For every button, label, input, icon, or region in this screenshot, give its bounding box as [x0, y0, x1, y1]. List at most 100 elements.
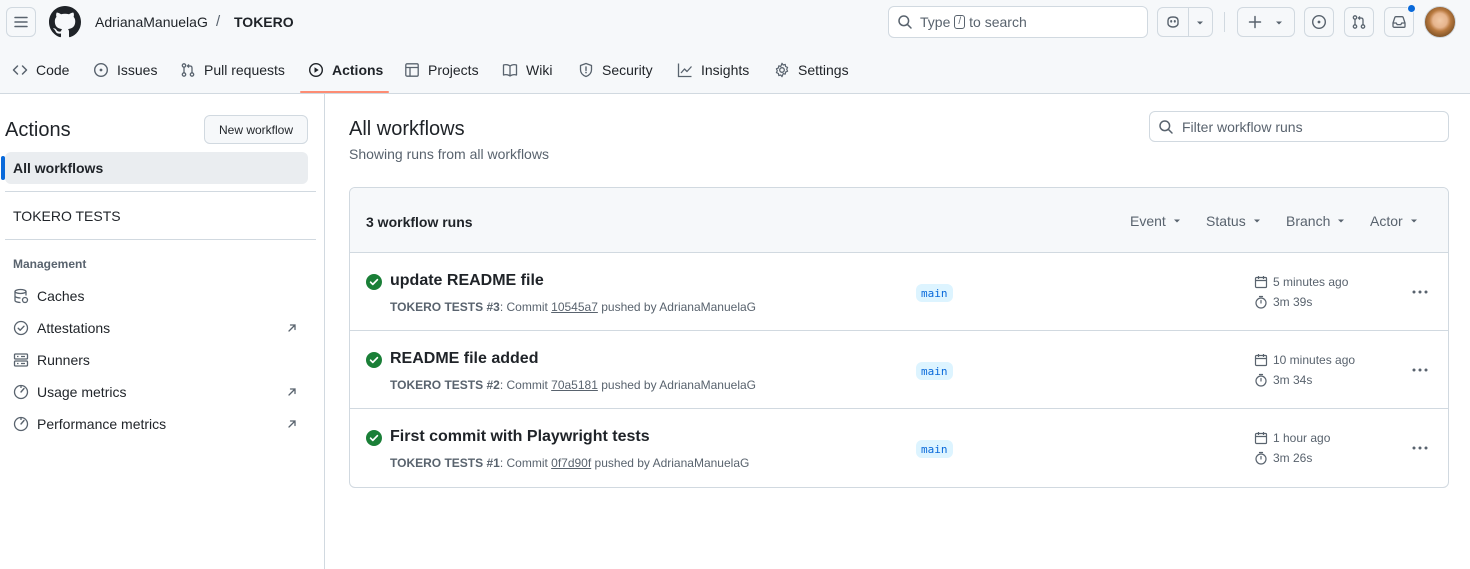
- filter-label: Actor: [1370, 213, 1403, 229]
- workflow-run-row[interactable]: First commit with Playwright tests TOKER…: [350, 409, 1448, 487]
- run-duration-text: 3m 34s: [1273, 373, 1313, 387]
- global-search-input[interactable]: Type / to search: [888, 6, 1148, 38]
- commit-sha-link[interactable]: 0f7d90f: [551, 456, 591, 470]
- github-logo-icon[interactable]: [49, 6, 81, 38]
- run-options-button[interactable]: [1406, 279, 1434, 305]
- chevron-down-icon: [1410, 219, 1417, 223]
- create-new-button[interactable]: [1237, 7, 1295, 37]
- workflow-run-row[interactable]: README file added TOKERO TESTS #2: Commi…: [350, 331, 1448, 409]
- tab-label: Code: [36, 62, 70, 78]
- sidebar-item-performance-metrics[interactable]: Performance metrics: [13, 412, 303, 436]
- database-icon: [14, 288, 29, 304]
- filter-branch-dropdown[interactable]: Branch: [1286, 213, 1346, 229]
- table-icon: [405, 63, 419, 77]
- tab-label: Projects: [428, 62, 479, 78]
- page-title: All workflows: [349, 118, 465, 140]
- sidebar-item-all-workflows[interactable]: All workflows: [5, 152, 308, 184]
- search-shortcut-key: /: [954, 15, 966, 29]
- run-title-link[interactable]: update README file: [390, 272, 544, 290]
- your-issues-button[interactable]: [1304, 7, 1334, 37]
- plus-icon: [1248, 15, 1262, 29]
- sidebar-item-label: Attestations: [37, 320, 111, 336]
- run-commit-label: : Commit: [499, 456, 548, 470]
- kebab-horizontal-icon: [1412, 446, 1428, 450]
- filter-actor-dropdown[interactable]: Actor: [1370, 213, 1419, 229]
- header-divider: [1224, 12, 1225, 32]
- meter-icon: [13, 416, 29, 432]
- management-heading: Management: [13, 257, 87, 271]
- tab-wiki[interactable]: Wiki: [494, 54, 560, 86]
- branch-badge[interactable]: main: [916, 362, 953, 380]
- workflow-run-row[interactable]: update README file TOKERO TESTS #3: Comm…: [350, 253, 1448, 331]
- commit-sha-link[interactable]: 70a5181: [551, 378, 598, 392]
- pull-request-icon: [1352, 15, 1366, 29]
- tab-security[interactable]: Security: [570, 54, 661, 86]
- selected-tab-underline: [300, 91, 389, 93]
- tab-code[interactable]: Code: [4, 54, 77, 86]
- run-when-text: 10 minutes ago: [1273, 353, 1356, 367]
- sidebar-item-tokero-tests[interactable]: TOKERO TESTS: [13, 208, 121, 224]
- calendar-icon: [1254, 276, 1268, 289]
- stopwatch-icon: [1255, 373, 1267, 387]
- run-when-text: 1 hour ago: [1273, 431, 1331, 445]
- copilot-icon: [1167, 16, 1179, 28]
- tab-issues[interactable]: Issues: [85, 54, 165, 86]
- commit-sha-link[interactable]: 10545a7: [551, 300, 598, 314]
- filter-event-dropdown[interactable]: Event: [1130, 213, 1182, 229]
- tab-actions[interactable]: Actions: [300, 54, 391, 86]
- menu-button[interactable]: [6, 7, 36, 37]
- check-circle-fill-icon: [366, 352, 382, 368]
- run-title-link[interactable]: README file added: [390, 350, 538, 368]
- tab-label: Security: [602, 62, 653, 78]
- tab-label: Settings: [798, 62, 849, 78]
- sidebar-title: Actions: [5, 119, 71, 141]
- run-pushed-by: pushed by AdrianaManuelaG: [594, 456, 750, 470]
- server-icon: [13, 353, 29, 367]
- tab-insights[interactable]: Insights: [669, 54, 757, 86]
- filter-placeholder: Filter workflow runs: [1182, 118, 1303, 135]
- your-pull-requests-button[interactable]: [1344, 7, 1374, 37]
- filter-label: Event: [1130, 213, 1166, 229]
- sidebar-divider: [324, 94, 325, 569]
- book-icon: [502, 63, 518, 77]
- chevron-down-icon[interactable]: [1195, 18, 1205, 28]
- sidebar-item-attestations[interactable]: Attestations: [13, 316, 303, 340]
- sidebar-item-label: Usage metrics: [37, 384, 127, 400]
- chevron-down-icon: [1338, 219, 1345, 223]
- sidebar-item-usage-metrics[interactable]: Usage metrics: [13, 380, 303, 404]
- run-workflow-name: TOKERO TESTS #3: [390, 300, 500, 314]
- new-workflow-button[interactable]: New workflow: [204, 115, 308, 144]
- stopwatch-icon: [1255, 295, 1267, 309]
- breadcrumb-repo[interactable]: TOKERO: [234, 14, 294, 30]
- filter-status-dropdown[interactable]: Status: [1206, 213, 1262, 229]
- filter-workflow-runs-input[interactable]: Filter workflow runs: [1149, 111, 1449, 142]
- tab-projects[interactable]: Projects: [396, 54, 487, 86]
- tab-label: Insights: [701, 62, 750, 78]
- stopwatch-icon: [1255, 451, 1267, 465]
- chevron-down-icon: [1276, 21, 1282, 25]
- run-options-button[interactable]: [1406, 357, 1434, 383]
- sidebar-divider-line: [5, 191, 316, 192]
- run-options-button[interactable]: [1406, 435, 1434, 461]
- run-commit-label: : Commit: [499, 378, 548, 392]
- search-prefix: Type: [920, 14, 951, 30]
- branch-badge[interactable]: main: [916, 284, 953, 302]
- tab-settings[interactable]: Settings: [766, 54, 857, 86]
- external-link-arrow-icon: [288, 388, 296, 396]
- run-title-link[interactable]: First commit with Playwright tests: [390, 428, 650, 446]
- sidebar-divider-line: [5, 239, 316, 240]
- run-meta: TOKERO TESTS #2: Commit 70a5181 pushed b…: [390, 378, 756, 392]
- chevron-down-icon: [1173, 219, 1180, 223]
- sidebar-item-runners[interactable]: Runners: [13, 348, 303, 372]
- breadcrumb-owner[interactable]: AdrianaManuelaG: [95, 14, 208, 30]
- user-avatar[interactable]: [1424, 6, 1456, 38]
- sidebar-item-caches[interactable]: Caches: [13, 284, 303, 308]
- calendar-icon: [1254, 354, 1268, 367]
- run-pushed-by: pushed by AdrianaManuelaG: [601, 300, 756, 314]
- copilot-button[interactable]: [1157, 7, 1213, 37]
- external-link-arrow-icon: [288, 420, 296, 428]
- filter-label: Branch: [1286, 213, 1331, 229]
- tab-pull-requests[interactable]: Pull requests: [172, 54, 293, 86]
- branch-badge[interactable]: main: [916, 440, 953, 458]
- run-workflow-name: TOKERO TESTS #1: [390, 456, 500, 470]
